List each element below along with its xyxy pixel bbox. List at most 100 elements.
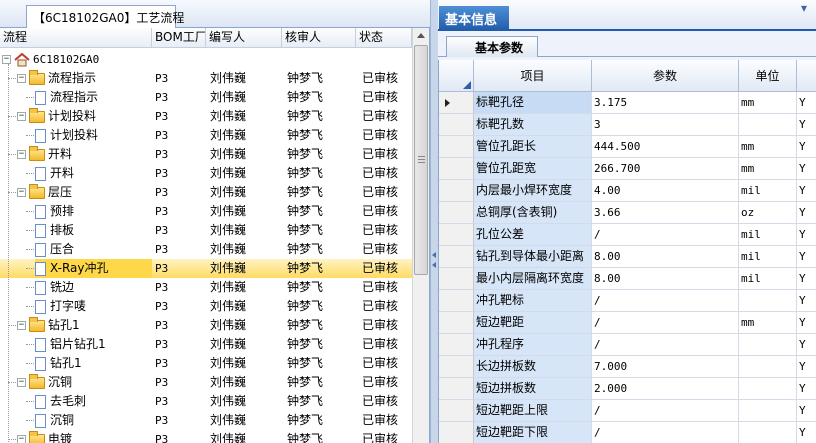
tree-root[interactable]: − 6C18102GA0	[0, 50, 412, 69]
tree-file-row[interactable]: 沉铜 P3 刘伟巍 钟梦飞 已审核	[0, 411, 412, 430]
param-row[interactable]: 最小内层隔离环宽度 8.00 mil Y	[439, 268, 816, 290]
param-value-cell[interactable]: /	[592, 400, 739, 422]
tree-folder-row[interactable]: − 开料 P3 刘伟巍 钟梦飞 已审核	[0, 145, 412, 164]
param-value-cell[interactable]: /	[592, 422, 739, 443]
collapse-toggle-icon[interactable]: −	[17, 74, 26, 83]
param-row[interactable]: 总铜厚(含表铜) 3.66 oz Y	[439, 202, 816, 224]
param-row[interactable]: 短边靶距下限 / Y	[439, 422, 816, 443]
tree-file-row[interactable]: 去毛刺 P3 刘伟巍 钟梦飞 已审核	[0, 392, 412, 411]
tree-node-label: 沉铜	[50, 413, 75, 427]
row-header-cell[interactable]	[439, 422, 474, 443]
row-header-cell[interactable]	[439, 158, 474, 180]
row-header-cell[interactable]	[439, 378, 474, 400]
tree-file-row[interactable]: 流程指示 P3 刘伟巍 钟梦飞 已审核	[0, 88, 412, 107]
collapse-toggle-icon[interactable]: −	[17, 435, 26, 443]
row-header-cell[interactable]	[439, 92, 474, 114]
param-value-cell[interactable]: 7.000	[592, 356, 739, 378]
tree-file-row[interactable]: 铣边 P3 刘伟巍 钟梦飞 已审核	[0, 278, 412, 297]
row-header-cell[interactable]	[439, 246, 474, 268]
tree-folder-row[interactable]: − 沉铜 P3 刘伟巍 钟梦飞 已审核	[0, 373, 412, 392]
param-value-cell[interactable]: 8.00	[592, 246, 739, 268]
tree-folder-row[interactable]: − 电镀 P3 刘伟巍 钟梦飞 已审核	[0, 430, 412, 443]
param-row[interactable]: 短边靶距 / mm Y	[439, 312, 816, 334]
param-row[interactable]: 孔位公差 / mil Y	[439, 224, 816, 246]
row-header-cell[interactable]	[439, 180, 474, 202]
tree-file-row[interactable]: 压合 P3 刘伟巍 钟梦飞 已审核	[0, 240, 412, 259]
tree-folder-row[interactable]: − 流程指示 P3 刘伟巍 钟梦飞 已审核	[0, 69, 412, 88]
param-row[interactable]: 管位孔距宽 266.700 mm Y	[439, 158, 816, 180]
tree-file-row[interactable]: 排板 P3 刘伟巍 钟梦飞 已审核	[0, 221, 412, 240]
collapse-toggle-icon[interactable]: −	[17, 112, 26, 121]
param-value-cell[interactable]: 4.00	[592, 180, 739, 202]
collapse-left-icon[interactable]	[432, 252, 436, 258]
param-value-cell[interactable]: 3	[592, 114, 739, 136]
col-unit[interactable]: 单位	[739, 60, 797, 92]
col-param[interactable]: 参数	[592, 60, 739, 92]
tab-basic-params[interactable]: 基本参数	[446, 36, 538, 57]
row-header-cell[interactable]	[439, 400, 474, 422]
col-item[interactable]: 项目	[474, 60, 592, 92]
tree-scrollbar[interactable]	[412, 28, 429, 443]
grid-corner[interactable]	[439, 60, 474, 92]
panel-splitter[interactable]	[430, 0, 438, 443]
tree-file-row[interactable]: 打字唛 P3 刘伟巍 钟梦飞 已审核	[0, 297, 412, 316]
collapse-toggle-icon[interactable]: −	[17, 150, 26, 159]
collapse-toggle-icon[interactable]: −	[2, 55, 11, 64]
param-row[interactable]: 冲孔程序 / Y	[439, 334, 816, 356]
row-header-cell[interactable]	[439, 224, 474, 246]
tree-file-row[interactable]: 开料 P3 刘伟巍 钟梦飞 已审核	[0, 164, 412, 183]
param-row[interactable]: 标靶孔数 3 Y	[439, 114, 816, 136]
row-header-cell[interactable]	[439, 312, 474, 334]
row-header-cell[interactable]	[439, 356, 474, 378]
param-row[interactable]: 内层最小焊环宽度 4.00 mil Y	[439, 180, 816, 202]
tree-folder-row[interactable]: − 层压 P3 刘伟巍 钟梦飞 已审核	[0, 183, 412, 202]
tree-folder-row[interactable]: − 钻孔1 P3 刘伟巍 钟梦飞 已审核	[0, 316, 412, 335]
param-value-cell[interactable]: /	[592, 312, 739, 334]
param-row[interactable]: 钻孔到导体最小距离 8.00 mil Y	[439, 246, 816, 268]
param-value-cell[interactable]: /	[592, 290, 739, 312]
collapse-left-icon[interactable]	[432, 262, 436, 268]
row-header-cell[interactable]	[439, 202, 474, 224]
param-value-cell[interactable]: 2.000	[592, 378, 739, 400]
tree-file-row[interactable]: 铝片钻孔1 P3 刘伟巍 钟梦飞 已审核	[0, 335, 412, 354]
process-flow-tab[interactable]: 【6C18102GA0】工艺流程	[26, 5, 184, 28]
collapse-toggle-icon[interactable]: −	[17, 321, 26, 330]
param-value-cell[interactable]: /	[592, 224, 739, 246]
detail-panel: 基本信息 ▾ 基本参数 项目 参数 单位 标靶孔径 3.175 mm Y 标靶孔数 3 Y 管…	[438, 0, 816, 443]
param-row[interactable]: 短边靶距上限 / Y	[439, 400, 816, 422]
param-row[interactable]: 短边拼板数 2.000 Y	[439, 378, 816, 400]
tree-file-row[interactable]: X-Ray冲孔 P3 刘伟巍 钟梦飞 已审核	[0, 259, 412, 278]
tree-file-row[interactable]: 计划投料 P3 刘伟巍 钟梦飞 已审核	[0, 126, 412, 145]
param-row[interactable]: 冲孔靶标 / Y	[439, 290, 816, 312]
collapse-toggle-icon[interactable]: −	[17, 188, 26, 197]
col-flag[interactable]	[797, 60, 816, 92]
col-reviewer[interactable]: 核审人	[282, 28, 356, 48]
row-header-cell[interactable]	[439, 114, 474, 136]
col-status[interactable]: 状态	[356, 28, 412, 48]
col-bom-factory[interactable]: BOM工厂	[152, 28, 206, 48]
tab-basic-info[interactable]: 基本信息	[439, 6, 509, 31]
param-value-cell[interactable]: 3.66	[592, 202, 739, 224]
param-row[interactable]: 管位孔距长 444.500 mm Y	[439, 136, 816, 158]
tree-file-row[interactable]: 钻孔1 P3 刘伟巍 钟梦飞 已审核	[0, 354, 412, 373]
row-header-cell[interactable]	[439, 136, 474, 158]
close-icon[interactable]: ▾	[798, 2, 810, 14]
param-value-cell[interactable]: 444.500	[592, 136, 739, 158]
row-header-cell[interactable]	[439, 290, 474, 312]
param-row[interactable]: 标靶孔径 3.175 mm Y	[439, 92, 816, 114]
row-header-cell[interactable]	[439, 268, 474, 290]
tree-folder-row[interactable]: − 计划投料 P3 刘伟巍 钟梦飞 已审核	[0, 107, 412, 126]
collapse-toggle-icon[interactable]: −	[17, 378, 26, 387]
tree-file-row[interactable]: 预排 P3 刘伟巍 钟梦飞 已审核	[0, 202, 412, 221]
param-value-cell[interactable]: /	[592, 334, 739, 356]
tree-node-label: 沉铜	[48, 375, 73, 389]
param-value-cell[interactable]: 8.00	[592, 268, 739, 290]
param-value-cell[interactable]: 266.700	[592, 158, 739, 180]
param-value-cell[interactable]: 3.175	[592, 92, 739, 114]
row-header-cell[interactable]	[439, 334, 474, 356]
col-author[interactable]: 编写人	[206, 28, 282, 48]
scroll-thumb[interactable]	[414, 45, 428, 275]
scroll-up-icon[interactable]	[417, 33, 425, 38]
col-process[interactable]: 流程	[0, 28, 152, 48]
param-row[interactable]: 长边拼板数 7.000 Y	[439, 356, 816, 378]
